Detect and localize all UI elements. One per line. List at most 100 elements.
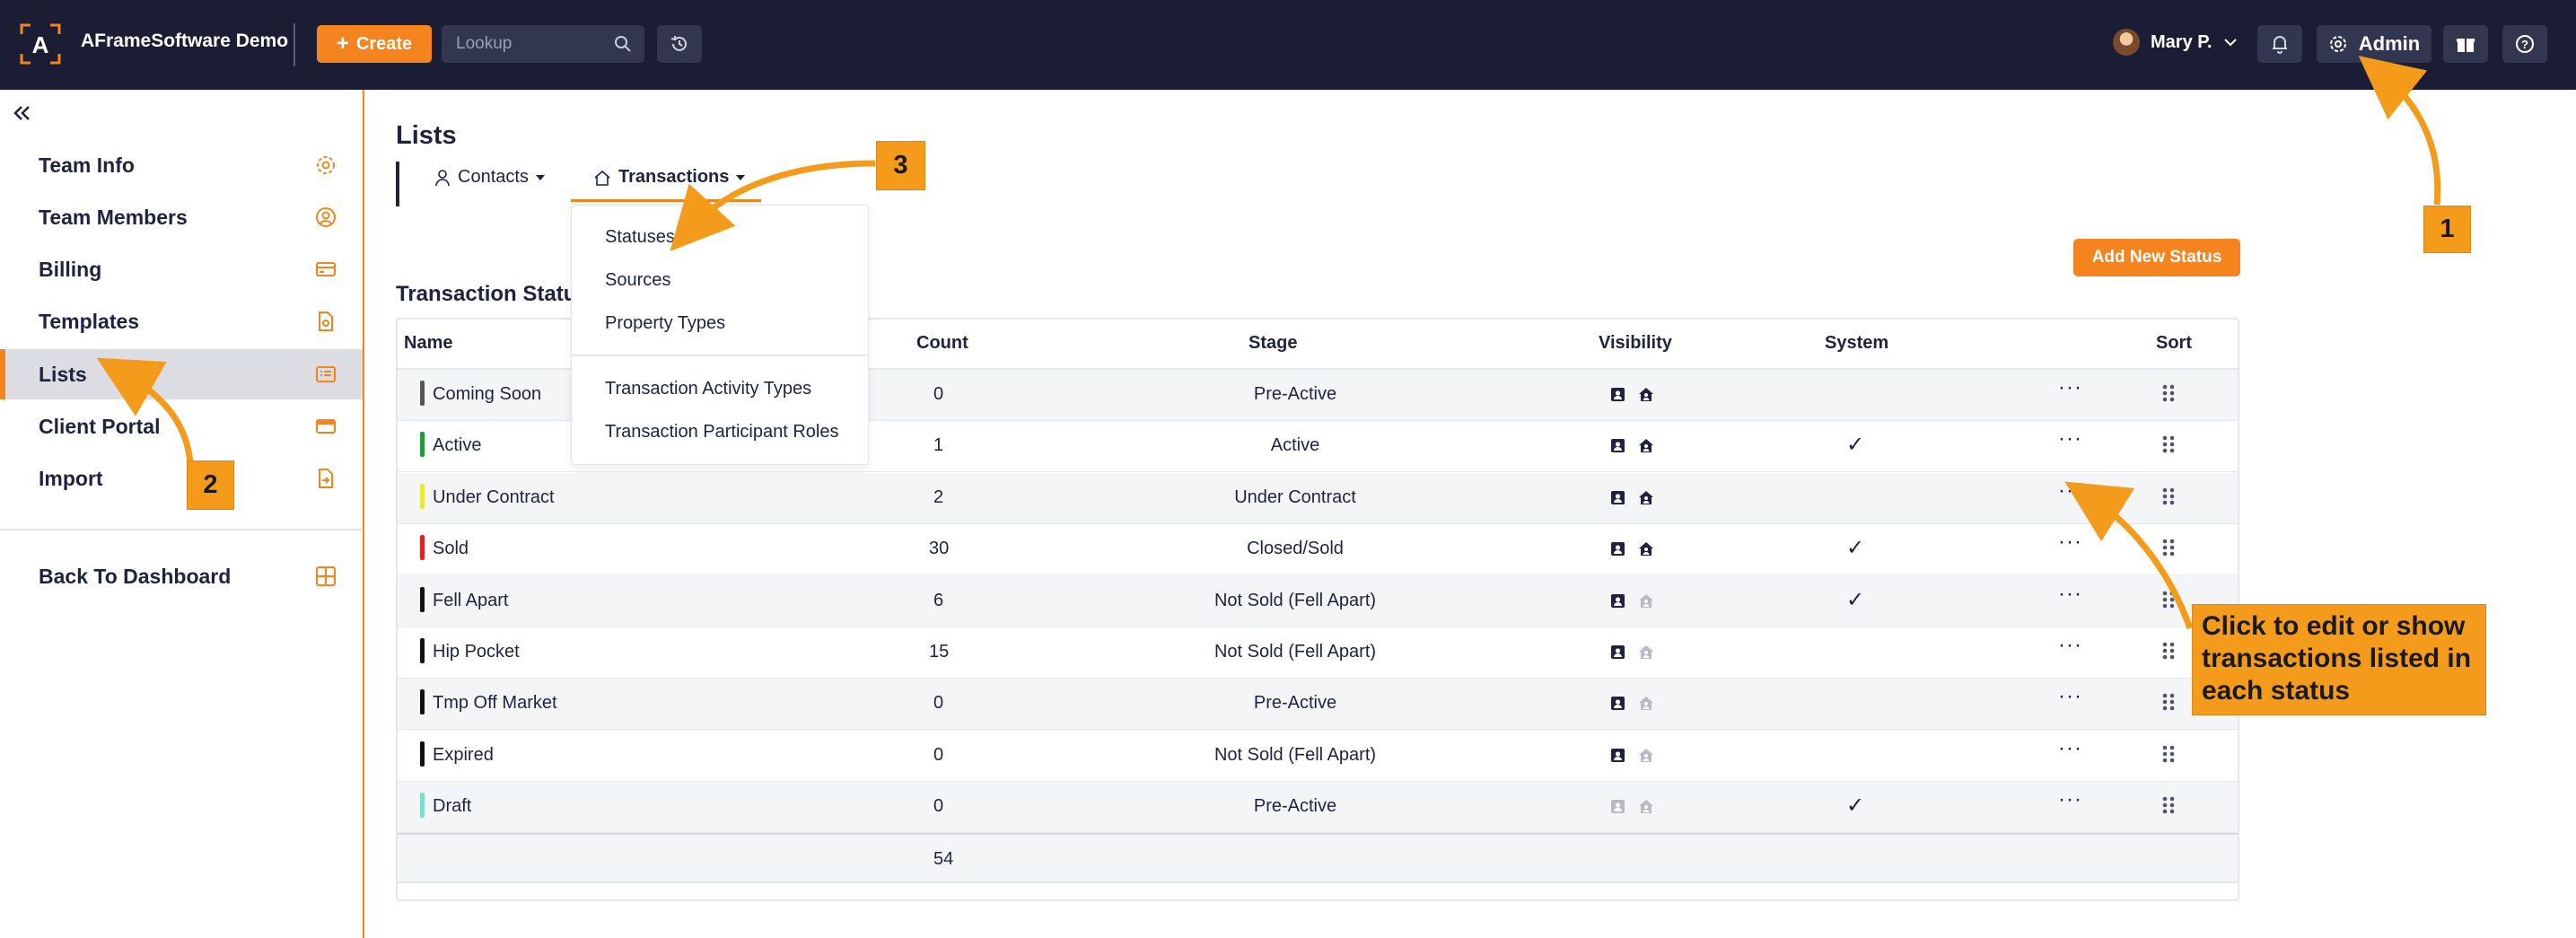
status-count: 15 — [929, 642, 950, 662]
status-stage: Not Sold (Fell Apart) — [1214, 744, 1377, 765]
drag-handle-icon — [2162, 694, 2175, 711]
drag-handle-icon — [2162, 487, 2175, 505]
history-button[interactable] — [657, 25, 702, 63]
document-icon — [319, 311, 333, 331]
sort-handle[interactable] — [2162, 693, 2175, 715]
drag-handle-icon — [2162, 384, 2175, 402]
more-options-icon[interactable]: ··· — [2058, 530, 2082, 555]
visibility-icons — [1610, 387, 1654, 402]
sidebar-item-team-info[interactable]: Team Info — [0, 140, 363, 190]
sort-handle[interactable] — [2162, 745, 2175, 767]
sidebar-item-label: Back To Dashboard — [39, 564, 232, 588]
more-options-icon[interactable]: ··· — [2058, 787, 2082, 812]
menu-item-transaction-participant-roles[interactable]: Transaction Participant Roles — [605, 422, 839, 443]
id-card-icon — [1611, 645, 1625, 659]
more-options-icon[interactable]: ··· — [2058, 633, 2082, 658]
help-button[interactable]: ? — [2502, 25, 2547, 63]
sidebar-item-back-to-dashboard[interactable]: Back To Dashboard — [0, 551, 363, 601]
collapse-icon[interactable] — [13, 103, 32, 123]
menu-item-property-types[interactable]: Property Types — [605, 313, 725, 334]
table-row[interactable]: Under Contract 2 Under Contract ··· — [398, 472, 2238, 524]
menu-divider — [572, 355, 868, 356]
more-options-icon[interactable]: ··· — [2058, 478, 2082, 504]
total-row: 54 — [398, 833, 2238, 883]
table-row[interactable]: Sold 30 Closed/Sold ✓ ··· — [398, 524, 2238, 576]
visibility-icons — [1610, 799, 1654, 814]
sort-handle[interactable] — [2162, 487, 2175, 510]
lookup-field[interactable] — [442, 25, 644, 63]
status-count: 0 — [933, 744, 944, 765]
drag-handle-icon — [2162, 539, 2175, 557]
sidebar-item-team-members[interactable]: Team Members — [0, 192, 363, 242]
notifications-button[interactable] — [2257, 25, 2302, 63]
sidebar-item-label: Import — [39, 466, 103, 490]
status-name: Expired — [433, 744, 494, 765]
drag-handle-icon — [2162, 745, 2175, 763]
callout-line: Click to edit or show — [2202, 611, 2466, 641]
header-count[interactable]: Count — [916, 333, 968, 354]
sidebar-item-client-portal[interactable]: Client Portal — [0, 401, 363, 451]
status-color-swatch — [420, 638, 425, 663]
sidebar-item-label: Templates — [39, 309, 140, 333]
header-name[interactable]: Name — [404, 333, 452, 354]
user-icon — [435, 169, 450, 186]
user-circle-icon — [316, 207, 336, 227]
visibility-icons — [1610, 438, 1654, 453]
sort-handle[interactable] — [2162, 539, 2175, 561]
transactions-dropdown-menu: Statuses Sources Property Types Transact… — [571, 205, 869, 465]
sort-handle[interactable] — [2162, 435, 2175, 458]
add-new-status-button[interactable]: Add New Status — [2073, 239, 2240, 276]
sort-handle[interactable] — [2162, 642, 2175, 664]
tab-contacts[interactable]: Contacts — [434, 167, 545, 188]
lookup-input[interactable] — [456, 34, 609, 54]
home-user-icon — [1639, 490, 1653, 504]
total-count: 54 — [933, 849, 954, 869]
more-options-icon[interactable]: ··· — [2058, 684, 2082, 709]
sidebar-item-label: Lists — [39, 362, 87, 386]
header-sort: Sort — [2156, 333, 2192, 353]
admin-button[interactable]: Admin — [2317, 25, 2431, 63]
menu-item-transaction-activity-types[interactable]: Transaction Activity Types — [605, 379, 811, 399]
status-color-swatch — [420, 483, 425, 509]
more-options-icon[interactable]: ··· — [2058, 736, 2082, 761]
list-icon — [316, 366, 336, 382]
sidebar-item-templates[interactable]: Templates — [0, 296, 363, 346]
menu-item-sources[interactable]: Sources — [605, 270, 670, 291]
user-menu[interactable]: Mary P. — [2113, 29, 2238, 56]
more-options-icon[interactable]: ··· — [2058, 426, 2082, 451]
aframe-logo-icon[interactable]: A — [20, 23, 61, 65]
file-import-icon — [319, 469, 333, 488]
tab-transactions[interactable]: Transactions — [593, 167, 746, 188]
id-card-icon — [1611, 800, 1625, 814]
table-row[interactable]: Hip Pocket 15 Not Sold (Fell Apart) ··· — [398, 627, 2238, 679]
status-count: 0 — [933, 384, 944, 404]
status-stage: Pre-Active — [1253, 796, 1337, 817]
menu-item-statuses[interactable]: Statuses — [605, 227, 675, 248]
table-row[interactable]: Tmp Off Market 0 Pre-Active ··· — [398, 679, 2238, 731]
create-button[interactable]: + Create — [317, 25, 432, 63]
sidebar-item-label: Billing — [39, 257, 102, 281]
table-row[interactable]: Draft 0 Pre-Active ✓ ··· — [398, 782, 2238, 834]
app-name: AFrameSoftware Demo — [81, 31, 289, 51]
header-stage[interactable]: Stage — [1249, 333, 1297, 354]
search-icon[interactable] — [614, 35, 632, 53]
table-row[interactable]: Fell Apart 6 Not Sold (Fell Apart) ✓ ··· — [398, 575, 2238, 627]
gear-icon — [2329, 36, 2346, 52]
sort-handle[interactable] — [2162, 384, 2175, 407]
sidebar-item-import[interactable]: Import — [0, 453, 363, 504]
sidebar-item-billing[interactable]: Billing — [0, 244, 363, 294]
sidebar-item-lists[interactable]: Lists — [0, 349, 363, 399]
more-options-icon[interactable]: ··· — [2058, 582, 2082, 607]
status-stage: Pre-Active — [1253, 384, 1337, 404]
status-stage: Pre-Active — [1253, 693, 1337, 714]
sort-handle[interactable] — [2162, 591, 2175, 613]
history-icon — [670, 36, 687, 51]
section-title: Transaction Statu — [396, 282, 577, 306]
status-name: Sold — [433, 539, 469, 559]
more-options-icon[interactable]: ··· — [2058, 375, 2082, 400]
gift-button[interactable] — [2443, 25, 2488, 63]
sort-handle[interactable] — [2162, 796, 2175, 819]
sidebar-item-label: Client Portal — [39, 414, 161, 438]
table-row[interactable]: Expired 0 Not Sold (Fell Apart) ··· — [398, 731, 2238, 782]
gift-icon — [2457, 39, 2475, 52]
